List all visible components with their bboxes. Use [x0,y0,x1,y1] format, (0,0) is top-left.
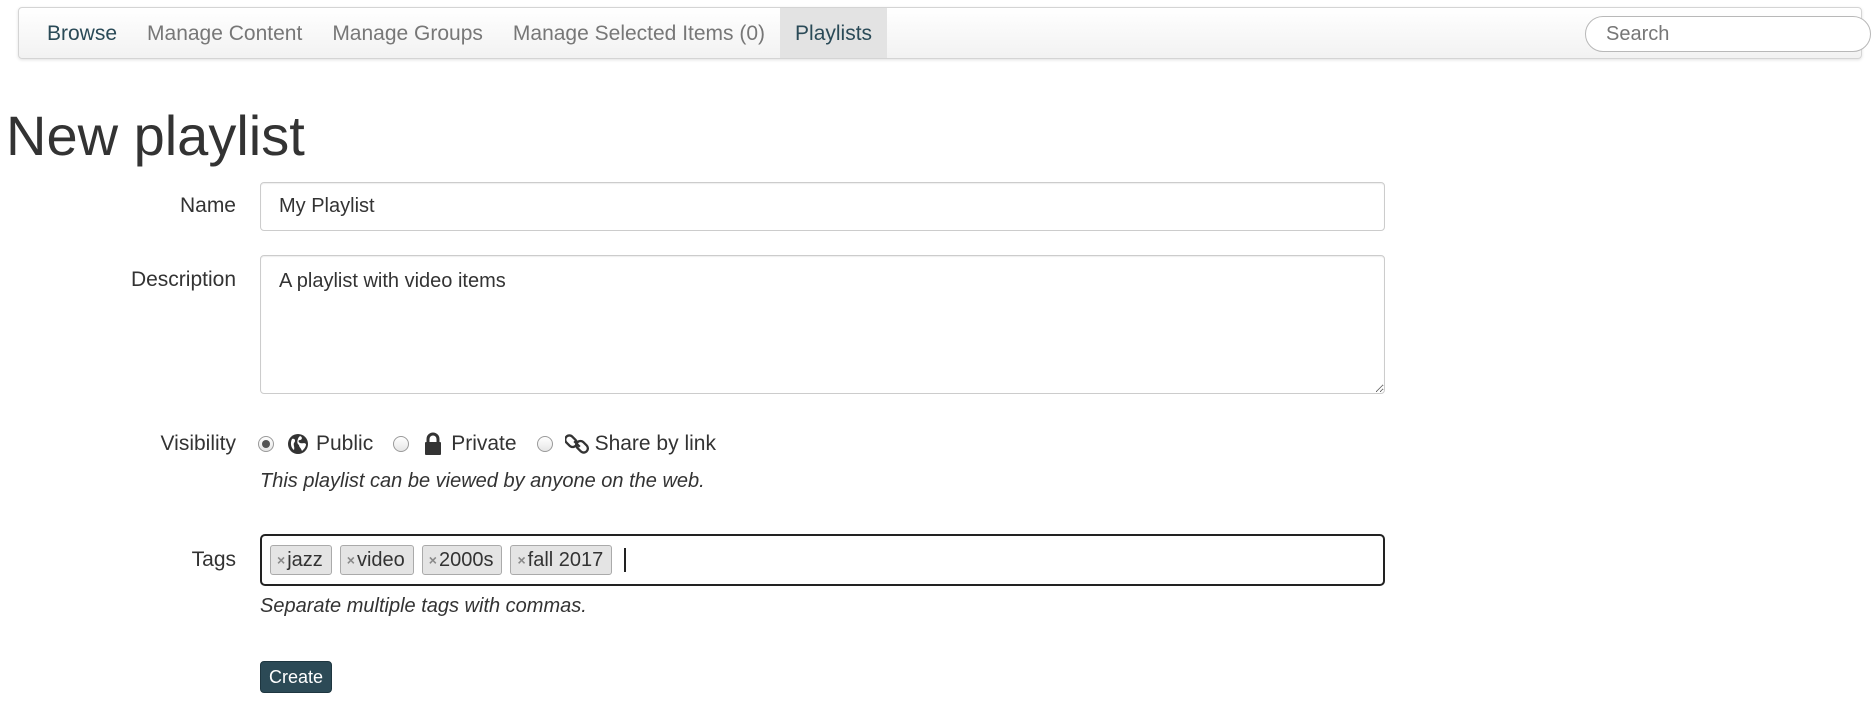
visibility-private-label: Private [451,432,517,455]
visibility-public-option[interactable]: Public [258,431,373,457]
visibility-private-option[interactable]: Private [393,431,517,457]
top-navbar: Browse Manage Content Manage Groups Mana… [18,7,1871,59]
globe-icon [286,431,310,457]
visibility-public-radio[interactable] [258,436,274,452]
tag-remove-icon[interactable]: × [517,552,525,568]
tag-label: jazz [287,548,323,571]
tag-label: 2000s [438,548,494,571]
visibility-share-radio[interactable] [536,436,553,452]
tag-chip: × video [339,545,414,575]
lock-icon [421,431,445,457]
tag-chip: × 2000s [421,545,503,575]
search-input[interactable] [1585,16,1871,52]
tags-label: Tags [191,548,236,571]
tags-help-text: Separate multiple tags with commas. [260,595,587,617]
visibility-public-label: Public [316,432,374,455]
page-title: New playlist [6,104,305,167]
nav-manage-content[interactable]: Manage Content [132,8,317,58]
tag-remove-icon[interactable]: × [277,552,285,568]
tags-input[interactable]: × jazz × video × 2000s × fall 2017 [260,534,1385,586]
nav-browse[interactable]: Browse [19,8,132,58]
nav-menu: Browse Manage Content Manage Groups Mana… [19,8,888,58]
tag-chip: × jazz [270,545,332,575]
visibility-help-text: This playlist can be viewed by anyone on… [260,470,705,492]
text-caret [624,548,627,572]
tag-label: video [356,548,405,571]
nav-manage-groups[interactable]: Manage Groups [317,8,498,58]
visibility-radio-group: Public Private Share by link [258,429,736,459]
visibility-share-option[interactable]: Share by link [536,431,716,457]
tag-label: fall 2017 [527,548,604,571]
create-button[interactable]: Create [260,661,332,693]
link-icon [564,431,589,457]
nav-manage-selected-items[interactable]: Manage Selected Items (0) [498,8,780,58]
description-label: Description [130,268,236,291]
tag-chip: × fall 2017 [510,545,613,575]
description-field[interactable]: A playlist with video items [260,255,1385,394]
visibility-label: Visibility [160,432,236,455]
nav-playlists[interactable]: Playlists [780,8,888,58]
name-label: Name [179,194,236,217]
tag-remove-icon[interactable]: × [347,552,355,568]
tag-remove-icon[interactable]: × [429,552,437,568]
visibility-share-label: Share by link [594,432,716,455]
name-field[interactable] [260,182,1385,231]
visibility-private-radio[interactable] [393,436,410,452]
